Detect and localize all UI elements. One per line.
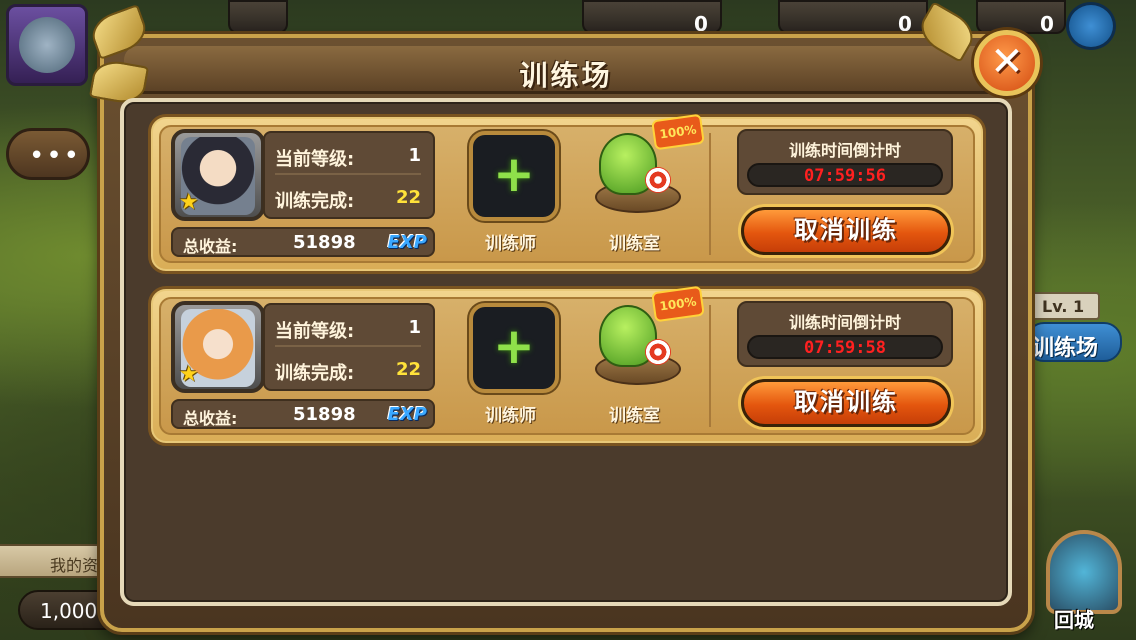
room-label: 训练室 (609, 406, 660, 426)
top-counter-2: 0 (898, 12, 912, 36)
trainer-label: 训练师 (485, 234, 536, 254)
income-label: 总收益: (183, 237, 238, 256)
completed-label: 训练完成: (275, 191, 355, 212)
chat-button[interactable]: ••• (6, 128, 90, 180)
add-trainer-button[interactable]: + (469, 303, 559, 393)
level-value: 1 (408, 145, 421, 166)
star-icon: ★ (179, 190, 199, 215)
completed-value: 22 (395, 187, 421, 208)
top-hud-panel-3: 0 (976, 0, 1066, 36)
my-resources-tab[interactable]: 我的资 (0, 544, 115, 578)
friends-icon[interactable] (1066, 2, 1116, 50)
top-counter-3: 0 (1040, 12, 1054, 36)
star-icon: ★ (179, 362, 199, 387)
portal-icon (1046, 530, 1122, 614)
timer-label: 训练时间倒计时 (788, 313, 901, 332)
room-label: 训练室 (609, 234, 660, 254)
top-hud-panel-1: 0 (582, 0, 722, 36)
exp-badge: EXP (387, 404, 427, 425)
hero-portrait-2[interactable]: ★ (171, 301, 265, 393)
exp-badge: EXP (387, 232, 427, 253)
level-row: 当前等级: 1 (275, 139, 421, 175)
level-label: 当前等级: (275, 149, 355, 170)
hero-stats: 当前等级: 1 训练完成: 22 (263, 131, 435, 219)
level-value: 1 (408, 317, 421, 338)
plus-icon: + (493, 145, 535, 203)
avatar-icon (19, 17, 75, 73)
completed-row: 训练完成: 22 (275, 181, 421, 217)
completed-label: 训练完成: (275, 363, 355, 384)
cancel-training-button[interactable]: 取消训练 (741, 207, 951, 255)
level-row: 当前等级: 1 (275, 311, 421, 347)
income-value: 51898 (293, 404, 356, 425)
training-slot-2: ★ 当前等级: 1 训练完成: 22 总收益: 51898 EXP + 训练师 … (148, 285, 986, 446)
close-button[interactable]: ✕ (974, 30, 1040, 96)
timer-bar: 07:59:58 (747, 335, 943, 359)
return-city-button[interactable]: 回城 (1040, 530, 1128, 634)
income-label: 总收益: (183, 409, 238, 428)
return-city-label: 回城 (1054, 608, 1094, 632)
target-icon (645, 167, 671, 193)
hero-stats: 当前等级: 1 训练完成: 22 (263, 303, 435, 391)
timer-bar: 07:59:56 (747, 163, 943, 187)
dialog-title: 训练场 (519, 59, 613, 92)
training-room-button[interactable]: 100% (591, 285, 705, 395)
completed-row: 训练完成: 22 (275, 353, 421, 389)
completed-value: 22 (395, 359, 421, 380)
income-row: 总收益: 51898 EXP (171, 399, 435, 429)
timer-panel: 训练时间倒计时 07:59:58 (737, 301, 953, 367)
add-trainer-button[interactable]: + (469, 131, 559, 221)
building-level-badge: Lv. 1 (1030, 292, 1100, 320)
building-name-label[interactable]: 训练场 (1026, 322, 1122, 362)
training-room-button[interactable]: 100% (591, 113, 705, 223)
cancel-training-button[interactable]: 取消训练 (741, 379, 951, 427)
dialog-title-bar: 训练场 (124, 46, 1008, 94)
plus-icon: + (493, 317, 535, 375)
target-icon (645, 339, 671, 365)
trainer-label: 训练师 (485, 406, 536, 426)
slot-divider (709, 305, 711, 427)
income-row: 总收益: 51898 EXP (171, 227, 435, 257)
close-icon: ✕ (990, 39, 1024, 85)
player-avatar[interactable] (6, 4, 88, 86)
timer-panel: 训练时间倒计时 07:59:56 (737, 129, 953, 195)
slot-divider (709, 133, 711, 255)
training-slot-1: ★ 当前等级: 1 训练完成: 22 总收益: 51898 EXP + 训练师 … (148, 113, 986, 274)
hero-portrait-1[interactable]: ★ (171, 129, 265, 221)
top-hud-panel-2: 0 (778, 0, 928, 36)
top-counter-1: 0 (694, 12, 708, 36)
timer-label: 训练时间倒计时 (788, 141, 901, 160)
income-value: 51898 (293, 232, 356, 253)
chat-icon: ••• (29, 141, 82, 171)
timer-value: 07:59:56 (804, 166, 886, 186)
level-label: 当前等级: (275, 321, 355, 342)
timer-value: 07:59:58 (804, 338, 886, 358)
top-hud-panel-left (228, 0, 288, 34)
